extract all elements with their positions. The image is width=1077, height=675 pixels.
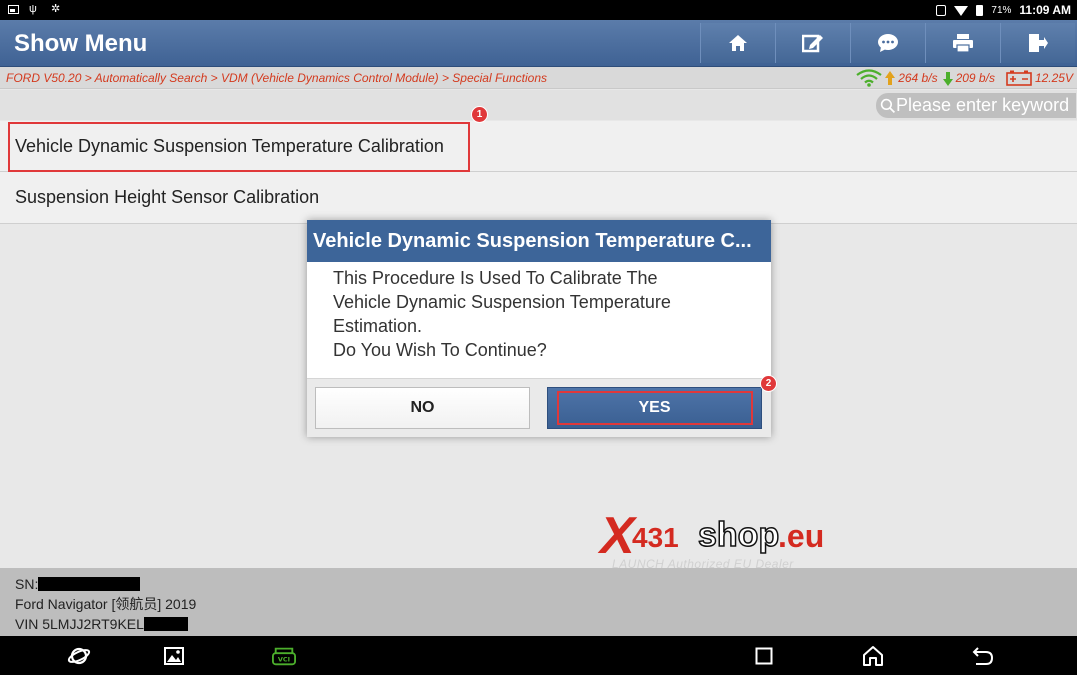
upload-speed: 264 b/s [898,71,938,85]
redacted-serial [38,577,141,591]
serial-number-label: SN: [15,576,39,592]
search-icon [880,98,896,113]
highlight-box-2 [557,391,753,425]
upload-arrow-icon [885,70,896,85]
watermark-shop: shop [697,515,780,555]
car-battery-icon [1006,70,1032,86]
menu-item-height-sensor-calibration[interactable]: Suspension Height Sensor Calibration [0,172,1077,224]
highlight-box-1 [8,122,470,172]
print-icon [953,34,973,53]
vin-label: VIN 5LMJJ2RT9KEL [15,616,144,632]
svg-text:VCI: VCI [278,656,290,664]
breadcrumb-bar: FORD V50.20 > Automatically Search > VDM… [0,67,1077,89]
app-header: Show Menu [0,20,1077,67]
message-icon [878,34,898,52]
home-icon [729,35,747,51]
breadcrumb: FORD V50.20 > Automatically Search > VDM… [6,71,548,85]
page-title: Show Menu [14,30,148,57]
edit-icon [802,34,823,53]
step-badge-1: 1 [471,106,488,123]
dialog-message-line: Estimation. [333,316,423,336]
watermark-number: 431 [632,522,679,553]
image-notification-icon [8,5,19,14]
no-button[interactable]: NO [315,387,530,429]
wifi-signal-icon [856,69,882,87]
watermark-logo: X 431 shop .eu LAUNCH Authorized EU Deal… [590,505,840,575]
search-box [876,93,1076,118]
step-badge-2: 2 [760,375,777,392]
battery-voltage: 12.25V [1034,71,1073,85]
print-button[interactable] [925,23,1000,63]
dialog-message: This Procedure Is Used To Calibrate The … [307,262,771,378]
exit-icon [1029,34,1048,52]
back-icon [972,647,994,665]
network-status: 264 b/s 209 b/s 12.25V [856,69,1073,87]
home-outline-icon [863,646,883,666]
dialog-message-line: This Procedure Is Used To Calibrate The [333,268,658,288]
recents-icon [755,647,773,665]
download-arrow-icon [942,71,953,86]
download-speed: 209 b/s [955,71,995,85]
vehicle-model: Ford Navigator [领航员] 2019 [15,596,197,612]
system-nav-bar: VCI [0,636,1077,675]
dialog-message-line: Do You Wish To Continue? [333,340,547,360]
gallery-icon [164,647,184,665]
search-input[interactable] [896,95,1076,116]
battery-icon [976,4,984,16]
dialog-message-line: Vehicle Dynamic Suspension Temperature [333,292,671,312]
vehicle-info-panel: SN: Ford Navigator [领航员] 2019 VIN 5LMJJ2… [0,568,1077,636]
redacted-vin [143,617,188,631]
clock: 11:09 AM [1019,3,1071,17]
back-button[interactable] [971,644,995,668]
bug-icon: ✲ [51,3,61,15]
vci-button[interactable]: VCI [272,644,296,668]
home-nav-button[interactable] [861,644,885,668]
toolbar [700,23,1075,63]
usb-icon: ψ [29,3,37,15]
planet-icon [67,647,91,665]
edit-button[interactable] [775,23,850,63]
browser-button[interactable] [67,644,91,668]
recents-button[interactable] [752,644,776,668]
search-row [0,90,1077,120]
wifi-icon [954,5,969,16]
home-button[interactable] [700,23,775,63]
message-button[interactable] [850,23,925,63]
dialog-title: Vehicle Dynamic Suspension Temperature C… [307,220,771,262]
vibrate-icon [936,4,947,16]
battery-percent: 71% [991,4,1012,16]
vci-icon: VCI [272,647,296,666]
exit-button[interactable] [1000,23,1075,63]
watermark-tld: .eu [778,518,825,554]
vin-row: VIN 5LMJJ2RT9KEL [15,614,1077,634]
gallery-button[interactable] [162,644,186,668]
serial-number-row: SN: [15,574,1077,594]
watermark-x: X [600,507,635,565]
status-bar: ψ ✲ 71% 11:09 AM [0,0,1077,20]
